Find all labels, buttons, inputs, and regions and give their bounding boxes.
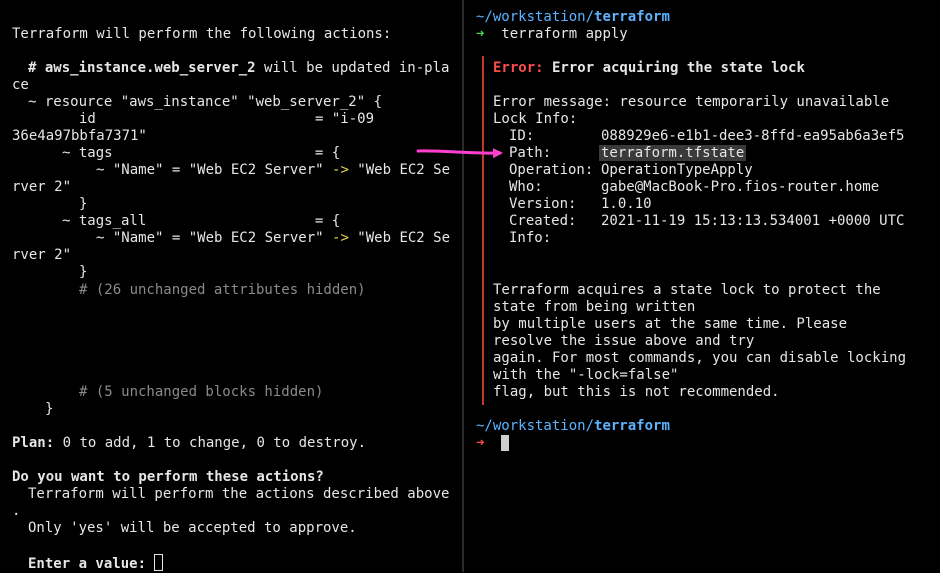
annotation-arrow-icon xyxy=(416,148,503,159)
